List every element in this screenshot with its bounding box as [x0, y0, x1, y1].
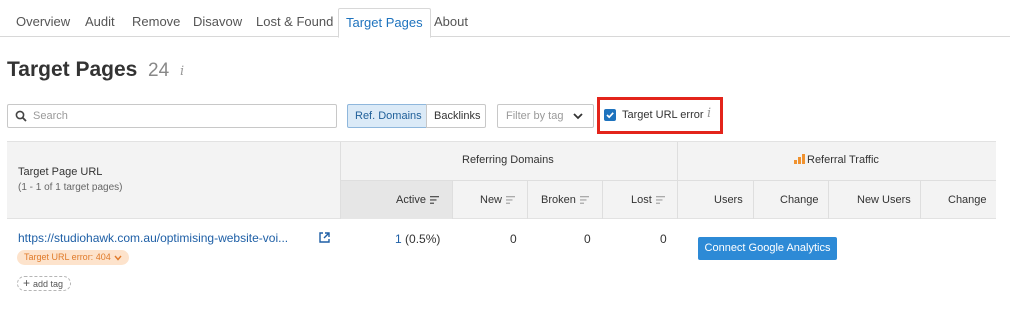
col-change-2: Change [948, 194, 987, 206]
target-pages-range: (1 - 1 of 1 target pages) [18, 182, 123, 193]
url-error-info-icon[interactable]: i [707, 106, 711, 121]
lost-cell: 0 [660, 232, 667, 246]
new-cell: 0 [510, 232, 517, 246]
tab-target-pages[interactable]: Target Pages [338, 8, 431, 38]
sort-icon [579, 196, 589, 204]
search-box[interactable] [7, 104, 337, 128]
group-referral-traffic: Referral Traffic [794, 154, 879, 166]
broken-cell: 0 [584, 232, 591, 246]
plus-icon: + [23, 276, 31, 290]
tab-audit[interactable]: Audit [85, 8, 115, 37]
filter-by-tag-select[interactable]: Filter by tag [497, 104, 594, 128]
active-count-link[interactable]: 1 [395, 232, 402, 246]
target-page-url-link[interactable]: https://studiohawk.com.au/optimising-web… [18, 231, 288, 245]
col-new[interactable]: New [480, 194, 516, 206]
filter-by-tag-label: Filter by tag [506, 110, 564, 122]
tab-remove[interactable]: Remove [132, 8, 180, 37]
info-icon[interactable]: i [180, 64, 184, 79]
active-percentage: (0.5%) [405, 232, 441, 246]
search-icon [15, 110, 27, 122]
checkmark-icon [606, 112, 614, 119]
chevron-down-icon [573, 113, 583, 120]
col-change: Change [780, 194, 819, 206]
tab-disavow[interactable]: Disavow [193, 8, 242, 37]
col-new-users: New Users [857, 194, 911, 206]
tab-overview[interactable]: Overview [16, 8, 70, 37]
connect-google-analytics-button[interactable]: Connect Google Analytics [698, 237, 837, 260]
referral-traffic-label: Referral Traffic [807, 154, 879, 166]
page-title: Target Pages [7, 58, 138, 81]
active-cell: 1 (0.5%) [395, 232, 440, 246]
col-users: Users [714, 194, 743, 206]
tab-bar: Overview Audit Remove Disavow Lost & Fou… [0, 0, 1010, 38]
table-header: Target Page URL (1 - 1 of 1 target pages… [7, 141, 996, 219]
col-active[interactable]: Active [396, 194, 439, 206]
search-input[interactable] [33, 108, 328, 124]
tab-lost-and-found[interactable]: Lost & Found [256, 8, 333, 37]
page-count: 24 [148, 60, 170, 81]
url-error-checkbox[interactable] [604, 109, 616, 121]
add-tag-label: add tag [33, 279, 64, 289]
error-badge-label: Target URL error: 404 [24, 252, 111, 262]
col-target-page-url: Target Page URL [18, 166, 103, 178]
chevron-down-icon [114, 255, 122, 261]
ref-domains-button[interactable]: Ref. Domains [347, 104, 427, 128]
group-referring-domains: Referring Domains [462, 154, 554, 166]
bar-chart-icon [794, 154, 805, 164]
target-url-error-badge[interactable]: Target URL error: 404 [17, 250, 129, 265]
url-error-label[interactable]: Target URL error [622, 109, 704, 121]
tab-about[interactable]: About [434, 8, 468, 37]
external-link-icon[interactable] [319, 232, 330, 243]
col-lost[interactable]: Lost [631, 194, 665, 206]
sort-icon [429, 196, 439, 204]
add-tag-button[interactable]: + add tag [17, 276, 72, 291]
col-broken[interactable]: Broken [541, 194, 589, 206]
sort-icon [655, 196, 665, 204]
sort-icon [506, 196, 516, 204]
backlinks-button[interactable]: Backlinks [426, 104, 486, 128]
